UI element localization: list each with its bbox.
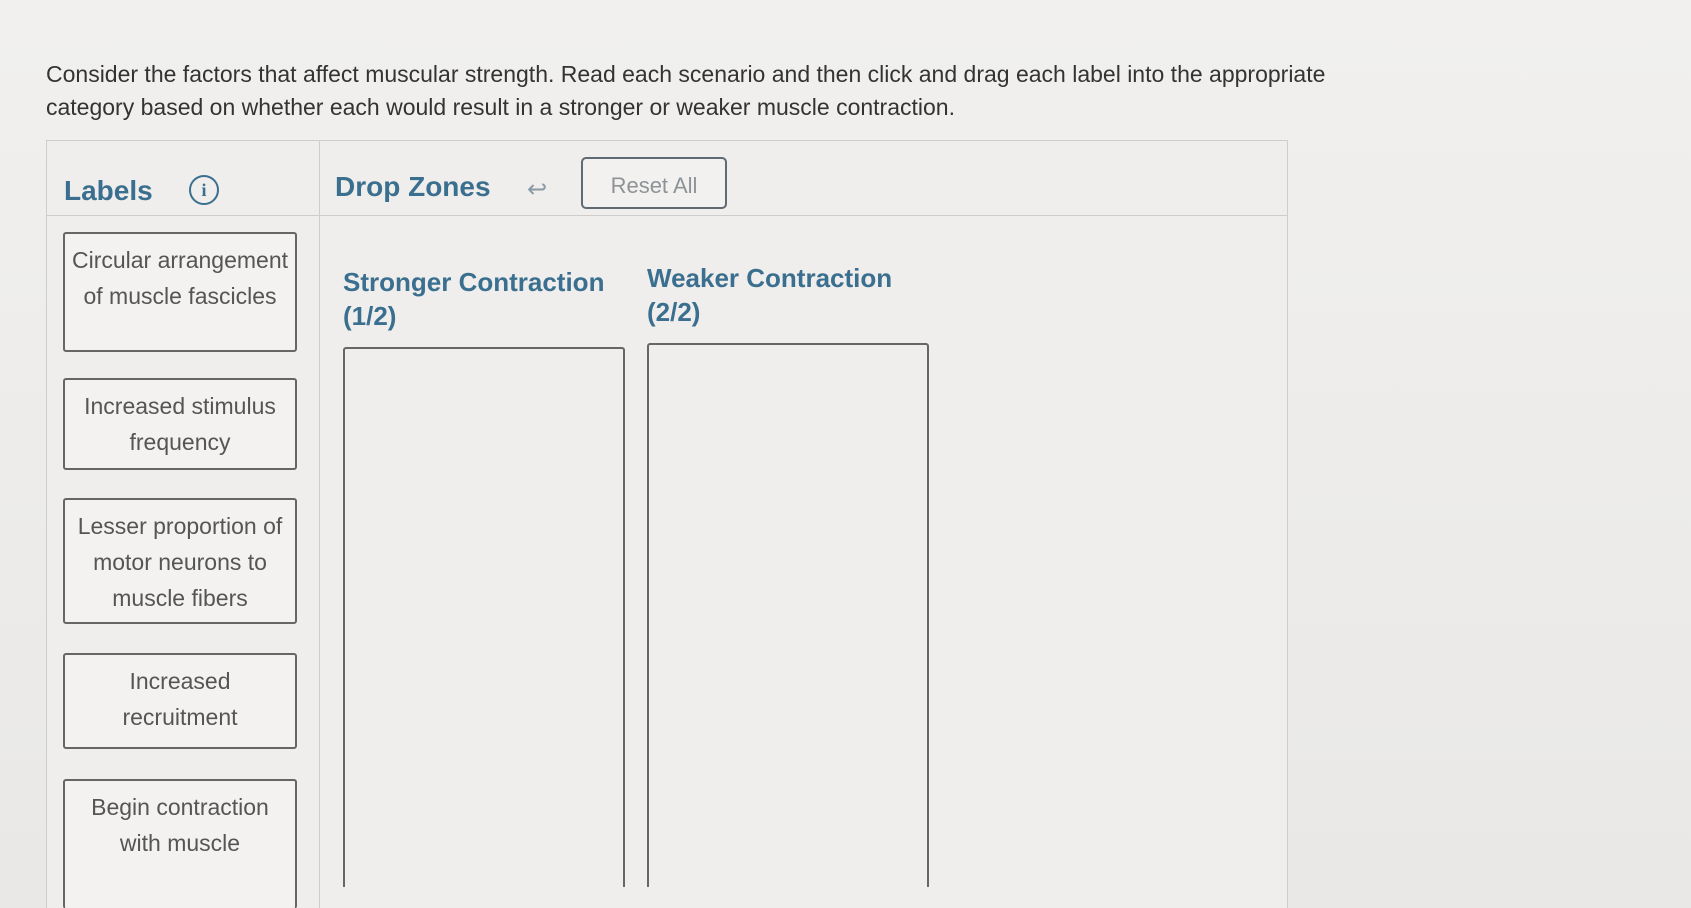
drop-zone-weaker-contraction[interactable] (647, 343, 929, 887)
label-card-circular-fascicles[interactable]: Circular arrangement of muscle fascicles (63, 232, 297, 352)
label-card-begin-contraction[interactable]: Begin contraction with muscle (63, 779, 297, 908)
reset-all-button[interactable]: Reset All (581, 157, 727, 209)
stronger-zone-count: (1/2) (343, 301, 397, 331)
labels-list: Circular arrangement of muscle fascicles… (47, 216, 320, 908)
instructions-text: Consider the factors that affect muscula… (46, 61, 1326, 120)
labels-header: Labels i (47, 141, 320, 215)
weaker-zone-count: (2/2) (647, 297, 701, 327)
activity-page: Consider the factors that affect muscula… (0, 0, 1691, 908)
drop-zone-stronger-contraction[interactable] (343, 347, 625, 887)
stronger-zone-title: Stronger Contraction (1/2) (343, 265, 604, 333)
weaker-zone-title: Weaker Contraction (2/2) (647, 261, 892, 329)
weaker-zone-name: Weaker Contraction (647, 263, 893, 293)
label-card-increased-recruitment[interactable]: Increased recruitment (63, 653, 297, 749)
panel-header: Labels i Drop Zones ↩ Reset All (47, 141, 1287, 216)
labels-title: Labels (64, 175, 153, 206)
label-card-stimulus-frequency[interactable]: Increased stimulus frequency (63, 378, 297, 470)
undo-icon[interactable]: ↩ (527, 175, 547, 204)
drop-zones-title: Drop Zones (335, 171, 491, 202)
stronger-zone-name: Stronger Contraction (343, 267, 605, 297)
info-icon[interactable]: i (189, 175, 219, 205)
drag-drop-panel: Labels i Drop Zones ↩ Reset All Circular… (46, 140, 1288, 908)
label-card-motor-neuron-proportion[interactable]: Lesser proportion of motor neurons to mu… (63, 498, 297, 624)
